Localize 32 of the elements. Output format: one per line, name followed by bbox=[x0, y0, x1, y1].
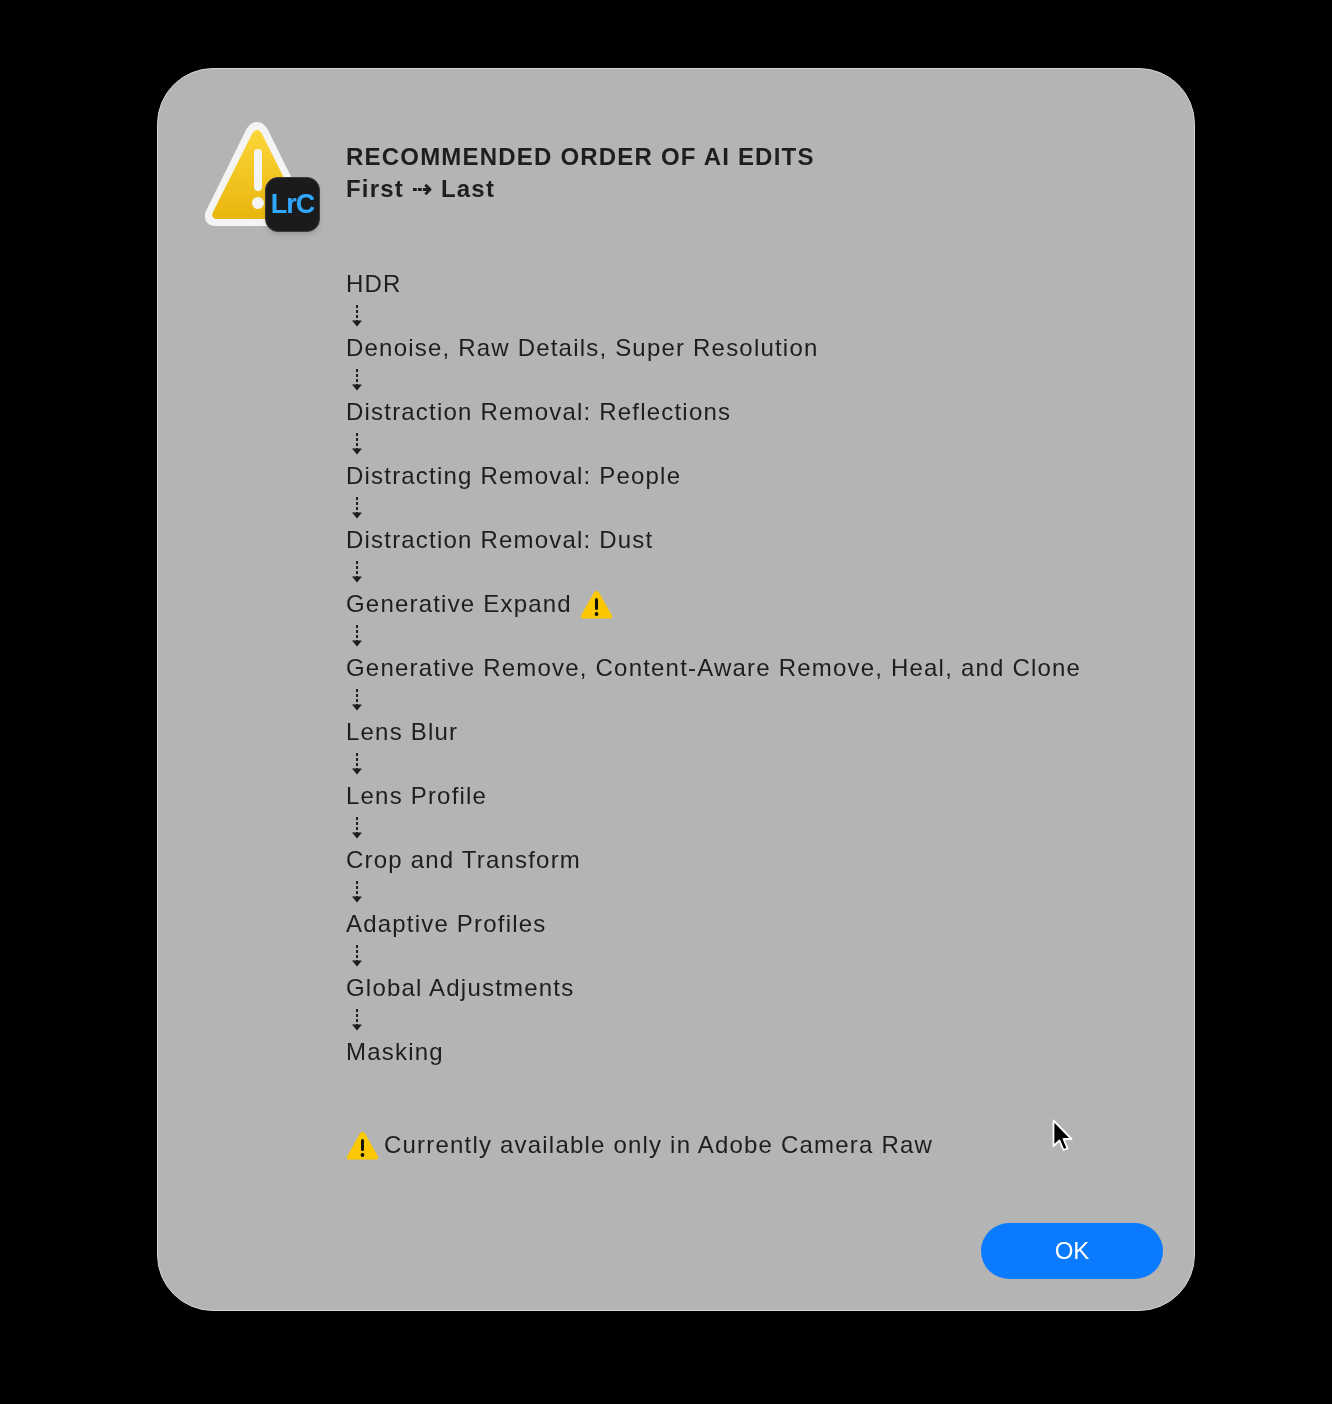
step-label: Global Adjustments bbox=[346, 973, 575, 1003]
step-label: Adaptive Profiles bbox=[346, 909, 547, 939]
step-label: Distracting Removal: People bbox=[346, 461, 682, 491]
dialog-title: RECOMMENDED ORDER OF AI EDITS bbox=[346, 142, 815, 172]
dashed-down-arrow-icon bbox=[352, 689, 362, 711]
step-label: Lens Profile bbox=[346, 781, 488, 811]
step-label: Lens Blur bbox=[346, 717, 459, 747]
dashed-down-arrow-icon bbox=[352, 369, 362, 391]
dashed-down-arrow-icon bbox=[352, 305, 362, 327]
step-label: Masking bbox=[346, 1037, 444, 1067]
step-label: HDR bbox=[346, 269, 402, 299]
dashed-down-arrow-icon bbox=[352, 753, 362, 775]
dashed-down-arrow-icon bbox=[352, 561, 362, 583]
footnote-text: Currently available only in Adobe Camera Raw bbox=[384, 1130, 934, 1160]
app-logo-badge: LrC bbox=[265, 177, 320, 232]
warning-icon bbox=[346, 1130, 379, 1160]
step-label: Generative Remove, Content-Aware Remove, Heal, and Clone bbox=[346, 653, 1082, 683]
step-label: Crop and Transform bbox=[346, 845, 582, 875]
dashed-down-arrow-icon bbox=[352, 817, 362, 839]
step-label: Distraction Removal: Dust bbox=[346, 525, 654, 555]
ok-button[interactable]: OK bbox=[981, 1223, 1163, 1279]
step-label: Denoise, Raw Details, Super Resolution bbox=[346, 333, 819, 363]
step-label: Distraction Removal: Reflections bbox=[346, 397, 732, 427]
dashed-down-arrow-icon bbox=[352, 433, 362, 455]
dialog-subtitle: First ⇢ Last bbox=[346, 174, 496, 204]
dashed-down-arrow-icon bbox=[352, 497, 362, 519]
dashed-down-arrow-icon bbox=[352, 945, 362, 967]
dashed-down-arrow-icon bbox=[352, 1009, 362, 1031]
step-label: Generative Expand bbox=[346, 589, 572, 619]
dashed-down-arrow-icon bbox=[352, 881, 362, 903]
mouse-pointer-icon bbox=[1052, 1119, 1074, 1154]
dashed-down-arrow-icon bbox=[352, 625, 362, 647]
